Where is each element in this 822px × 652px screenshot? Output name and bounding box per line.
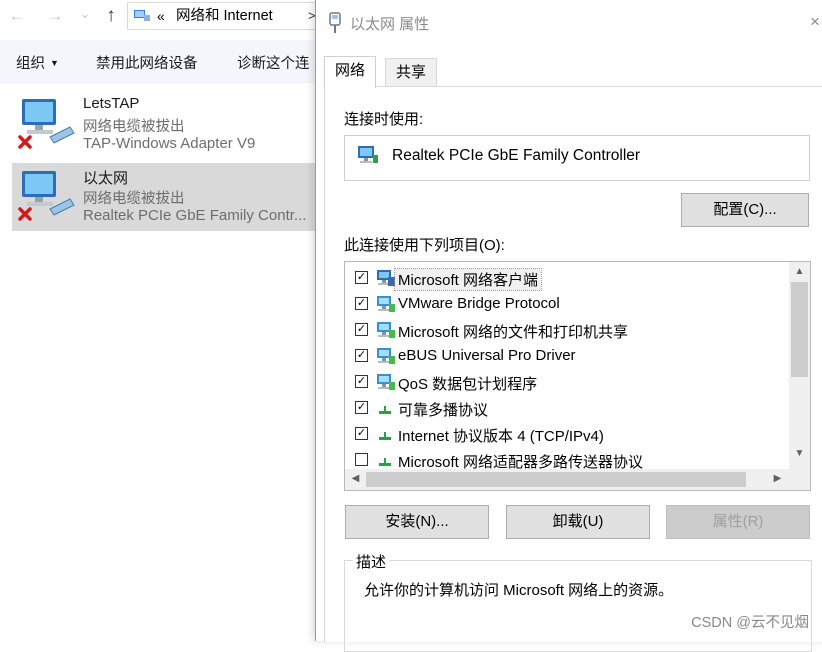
horizontal-scroll-thumb[interactable] [366,472,746,487]
dropdown-caret-icon: ▼ [50,58,59,68]
connection-item-ethernet[interactable]: 以太网 网络电缆被拔出 Realtek PCIe GbE Family Cont… [12,163,316,231]
list-item-label: VMware Bridge Protocol [398,295,560,312]
watermark: CSDN @云不见烟 [691,615,809,631]
connection-status: 网络电缆被拔出 [83,119,185,135]
tab-sharing[interactable]: 共享 [385,58,438,86]
forward-arrow-icon[interactable]: → [44,5,66,27]
horizontal-scrollbar[interactable]: ◀ ▶ [345,469,810,490]
list-item-label: eBUS Universal Pro Driver [398,347,576,364]
checkbox[interactable]: ✓ [355,427,368,440]
diagnose-button[interactable]: 诊断这个连 [237,52,310,73]
description-title: 描述 [353,551,390,572]
network-service-icon [377,296,395,312]
command-bar: 组织 ▼ 禁用此网络设备 诊断这个连 [0,40,316,83]
items-label: 此连接使用下列项目(O): [344,237,505,254]
list-item[interactable]: ✓ QoS 数据包计划程序 [345,369,789,395]
close-icon[interactable]: × [806,12,822,32]
ethernet-properties-dialog: 以太网 属性 × 网络 共享 连接时使用: Realtek PCIe GbE F… [315,0,822,652]
back-arrow-icon[interactable]: ← [6,5,28,27]
install-button[interactable]: 安装(N)... [345,505,489,539]
connection-item-letstap[interactable]: LetsTAP 网络电缆被拔出 TAP-Windows Adapter V9 [12,91,316,159]
scroll-left-arrow-icon[interactable]: ◀ [347,473,364,484]
adapter-name: Realtek PCIe GbE Family Controller [392,147,641,164]
up-arrow-icon[interactable]: ↑ [100,5,122,27]
list-item-label: Internet 协议版本 4 (TCP/IPv4) [398,428,604,445]
organize-menu[interactable]: 组织 ▼ [16,52,59,73]
configure-button[interactable]: 配置(C)... [681,193,809,227]
scroll-down-arrow-icon[interactable]: ▼ [791,448,808,459]
list-item[interactable]: ✓ Microsoft 网络的文件和打印机共享 [345,317,789,343]
connect-using-label: 连接时使用: [344,111,424,128]
explorer-window: ← → ⌄ ↑ « 网络和 Internet > 组织 ▼ 禁用此网络设备 诊断这… [0,0,327,641]
description-text: 允许你的计算机访问 Microsoft 网络上的资源。 [364,582,674,599]
scrollbar-corner [789,469,810,490]
network-adapter-disconnected-icon [18,171,75,221]
connection-status: 网络电缆被拔出 [83,191,185,207]
protocol-icon [379,432,391,440]
checkbox[interactable]: ✓ [355,297,368,310]
network-adapter-disconnected-icon [18,99,75,149]
ethernet-plug-icon [329,12,341,33]
protocol-icon [379,406,391,414]
list-item-label: Microsoft 网络客户端 [393,268,543,291]
checkbox[interactable]: ✓ [355,323,368,336]
checkbox[interactable]: ✓ [355,401,368,414]
list-item-label: 可靠多播协议 [398,402,489,419]
checkbox[interactable]: ✓ [355,375,368,388]
network-client-icon [377,270,395,286]
properties-button[interactable]: 属性(R) [666,505,810,539]
checkbox-unchecked[interactable] [355,453,368,466]
list-item[interactable]: ✓ VMware Bridge Protocol [345,291,789,317]
connection-device: TAP-Windows Adapter V9 [83,135,256,152]
list-item[interactable]: ✓ 可靠多播协议 [345,395,789,421]
list-item[interactable]: ✓ Microsoft 网络客户端 [345,265,789,291]
tab-network[interactable]: 网络 [324,56,377,88]
list-item[interactable]: ✓ eBUS Universal Pro Driver [345,343,789,369]
network-service-icon [377,348,395,364]
disable-device-button[interactable]: 禁用此网络设备 [96,52,198,73]
scroll-right-arrow-icon[interactable]: ▶ [769,473,786,484]
protocol-icon [379,458,391,466]
uninstall-button[interactable]: 卸载(U) [506,505,650,539]
vertical-scroll-thumb[interactable] [791,282,808,377]
connection-name: LetsTAP [83,95,140,112]
connection-name: 以太网 [83,170,129,187]
list-item[interactable]: ✓ Internet 协议版本 4 (TCP/IPv4) [345,421,789,447]
components-list[interactable]: ✓ Microsoft 网络客户端 ✓ VMware Bridge Protoc… [344,261,811,491]
list-item-label: QoS 数据包计划程序 [398,376,538,393]
scroll-up-arrow-icon[interactable]: ▲ [791,266,808,277]
dialog-title-bar[interactable]: 以太网 属性 × [316,0,822,44]
address-overflow-chevron[interactable]: « [157,3,165,29]
network-service-icon [377,322,395,338]
network-service-icon [377,374,395,390]
dialog-title: 以太网 属性 [350,16,430,33]
tab-strip: 网络 共享 [324,56,822,88]
checkbox[interactable]: ✓ [355,271,368,284]
address-bar[interactable]: « 网络和 Internet > [127,2,327,30]
description-group: 描述 允许你的计算机访问 Microsoft 网络上的资源。 [344,551,812,652]
network-folder-icon [134,10,150,21]
vertical-scrollbar[interactable]: ▲ ▼ [789,262,810,469]
list-item-label: Microsoft 网络的文件和打印机共享 [398,324,629,341]
recent-locations-chevron-icon[interactable]: ⌄ [74,3,96,25]
connection-device: Realtek PCIe GbE Family Contr... [83,207,307,224]
navigation-bar: ← → ⌄ ↑ « 网络和 Internet > [0,0,327,34]
adapter-display: Realtek PCIe GbE Family Controller [344,135,810,181]
checkbox[interactable]: ✓ [355,349,368,362]
network-adapter-icon [358,146,378,163]
address-breadcrumb[interactable]: 网络和 Internet [176,3,273,29]
